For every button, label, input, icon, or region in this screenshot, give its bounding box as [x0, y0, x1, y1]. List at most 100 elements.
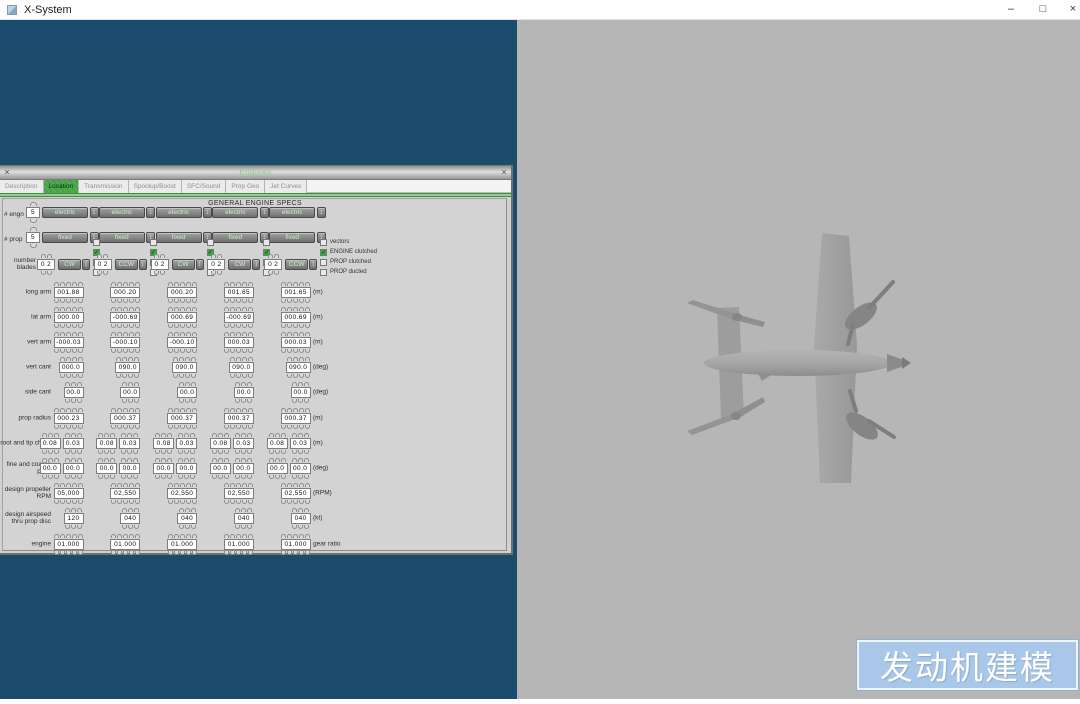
up-arrow-icon[interactable]: [98, 458, 103, 462]
down-arrow-icon[interactable]: [248, 299, 253, 303]
down-arrow-icon[interactable]: [292, 525, 297, 529]
up-arrow-icon[interactable]: [298, 508, 303, 512]
value-field[interactable]: 01.000: [281, 539, 311, 550]
value-field[interactable]: -000.69: [110, 312, 140, 323]
up-arrow-icon[interactable]: [192, 332, 197, 336]
down-arrow-icon[interactable]: [235, 525, 240, 529]
down-arrow-icon[interactable]: [54, 450, 59, 454]
tab-spoolup-boost[interactable]: Spoolup/Boost: [129, 180, 182, 193]
up-arrow-icon[interactable]: [110, 433, 115, 437]
value-field[interactable]: 0.03: [176, 438, 197, 449]
down-arrow-icon[interactable]: [186, 551, 191, 555]
up-arrow-icon[interactable]: [127, 458, 132, 462]
value-field[interactable]: 001.88: [54, 287, 84, 298]
up-arrow-icon[interactable]: [154, 254, 159, 258]
down-arrow-icon[interactable]: [117, 324, 122, 328]
up-arrow-icon[interactable]: [54, 483, 59, 487]
up-arrow-icon[interactable]: [134, 357, 139, 361]
up-arrow-icon[interactable]: [292, 458, 297, 462]
down-arrow-icon[interactable]: [192, 500, 197, 504]
down-arrow-icon[interactable]: [65, 475, 70, 479]
down-arrow-icon[interactable]: [304, 450, 309, 454]
up-arrow-icon[interactable]: [71, 458, 76, 462]
aircraft-3d-viewport[interactable]: [517, 20, 1080, 699]
up-arrow-icon[interactable]: [287, 332, 292, 336]
down-arrow-icon[interactable]: [72, 324, 77, 328]
up-arrow-icon[interactable]: [269, 433, 274, 437]
down-arrow-icon[interactable]: [111, 551, 116, 555]
value-field[interactable]: 0.08: [96, 438, 117, 449]
up-arrow-icon[interactable]: [66, 282, 71, 286]
up-arrow-icon[interactable]: [178, 433, 183, 437]
down-arrow-icon[interactable]: [247, 525, 252, 529]
up-arrow-icon[interactable]: [305, 483, 310, 487]
down-arrow-icon[interactable]: [274, 271, 279, 275]
up-arrow-icon[interactable]: [304, 458, 309, 462]
up-arrow-icon[interactable]: [60, 332, 65, 336]
value-field[interactable]: 01.000: [167, 539, 197, 550]
down-arrow-icon[interactable]: [304, 399, 309, 403]
value-field[interactable]: 090.0: [172, 362, 197, 373]
value-field[interactable]: 00.0: [176, 463, 197, 474]
up-arrow-icon[interactable]: [111, 483, 116, 487]
engine-type-dropdown[interactable]: electric: [156, 207, 202, 218]
down-arrow-icon[interactable]: [287, 374, 292, 378]
down-arrow-icon[interactable]: [218, 450, 223, 454]
up-arrow-icon[interactable]: [54, 307, 59, 311]
up-arrow-icon[interactable]: [248, 282, 253, 286]
up-arrow-icon[interactable]: [247, 433, 252, 437]
up-arrow-icon[interactable]: [123, 408, 128, 412]
up-arrow-icon[interactable]: [186, 307, 191, 311]
down-arrow-icon[interactable]: [235, 399, 240, 403]
flag-checkbox-engine-clutched[interactable]: ✓: [320, 249, 327, 256]
down-arrow-icon[interactable]: [299, 349, 304, 353]
down-arrow-icon[interactable]: [135, 324, 140, 328]
value-field[interactable]: 00.0: [290, 463, 311, 474]
up-arrow-icon[interactable]: [174, 307, 179, 311]
down-arrow-icon[interactable]: [305, 299, 310, 303]
up-arrow-icon[interactable]: [179, 508, 184, 512]
engine-count-field[interactable]: 5: [26, 207, 40, 218]
up-arrow-icon[interactable]: [128, 382, 133, 386]
up-arrow-icon[interactable]: [299, 282, 304, 286]
down-arrow-icon[interactable]: [241, 475, 246, 479]
down-arrow-icon[interactable]: [235, 475, 240, 479]
up-arrow-icon[interactable]: [161, 433, 166, 437]
up-arrow-icon[interactable]: [242, 307, 247, 311]
up-arrow-icon[interactable]: [72, 483, 77, 487]
down-arrow-icon[interactable]: [179, 374, 184, 378]
dropdown-updown-icon[interactable]: ↕: [90, 207, 99, 218]
value-field[interactable]: 120: [64, 513, 84, 524]
down-arrow-icon[interactable]: [127, 450, 132, 454]
up-arrow-icon[interactable]: [269, 458, 274, 462]
value-field[interactable]: 0.08: [267, 438, 288, 449]
up-arrow-icon[interactable]: [293, 483, 298, 487]
up-arrow-icon[interactable]: [168, 408, 173, 412]
value-field[interactable]: 000.00: [54, 312, 84, 323]
up-arrow-icon[interactable]: [298, 458, 303, 462]
up-arrow-icon[interactable]: [128, 508, 133, 512]
down-arrow-icon[interactable]: [78, 425, 83, 429]
up-arrow-icon[interactable]: [48, 458, 53, 462]
up-arrow-icon[interactable]: [186, 483, 191, 487]
up-arrow-icon[interactable]: [78, 282, 83, 286]
spinner-down-arrow[interactable]: [26, 244, 40, 248]
up-arrow-icon[interactable]: [116, 357, 121, 361]
engine-type-dropdown[interactable]: electric: [99, 207, 145, 218]
down-arrow-icon[interactable]: [218, 475, 223, 479]
down-arrow-icon[interactable]: [135, 349, 140, 353]
up-arrow-icon[interactable]: [235, 382, 240, 386]
rotation-dropdown[interactable]: CW: [58, 259, 81, 270]
up-arrow-icon[interactable]: [236, 534, 241, 538]
up-arrow-icon[interactable]: [191, 357, 196, 361]
up-arrow-icon[interactable]: [235, 433, 240, 437]
value-field[interactable]: 0.03: [233, 438, 254, 449]
up-arrow-icon[interactable]: [304, 433, 309, 437]
value-field[interactable]: 000.23: [54, 413, 84, 424]
up-arrow-icon[interactable]: [186, 408, 191, 412]
value-field[interactable]: 00.0: [153, 463, 174, 474]
up-arrow-icon[interactable]: [268, 254, 273, 258]
up-arrow-icon[interactable]: [111, 408, 116, 412]
down-arrow-icon[interactable]: [54, 551, 59, 555]
up-arrow-icon[interactable]: [185, 382, 190, 386]
